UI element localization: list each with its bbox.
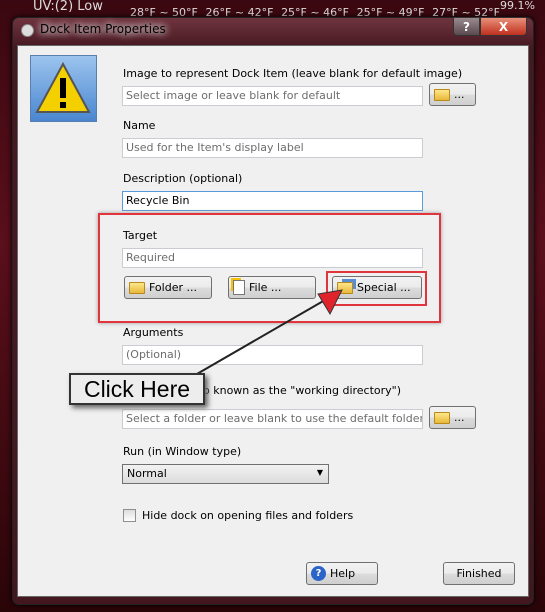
click-here-callout: Click Here xyxy=(69,373,205,405)
hide-dock-label: Hide dock on opening files and folders xyxy=(142,509,354,522)
hide-dock-checkbox[interactable] xyxy=(123,509,136,522)
help-button[interactable]: ? Help xyxy=(306,562,378,585)
chevron-down-icon: ▼ xyxy=(316,468,323,477)
run-select[interactable]: Normal ▼ xyxy=(122,464,329,484)
help-icon: ? xyxy=(311,566,326,581)
run-label: Run (in Window type) xyxy=(123,445,242,458)
help-button-label: Help xyxy=(330,567,356,580)
run-select-value: Normal xyxy=(127,467,167,480)
finished-button[interactable]: Finished xyxy=(443,562,515,585)
finished-button-label: Finished xyxy=(456,567,502,580)
